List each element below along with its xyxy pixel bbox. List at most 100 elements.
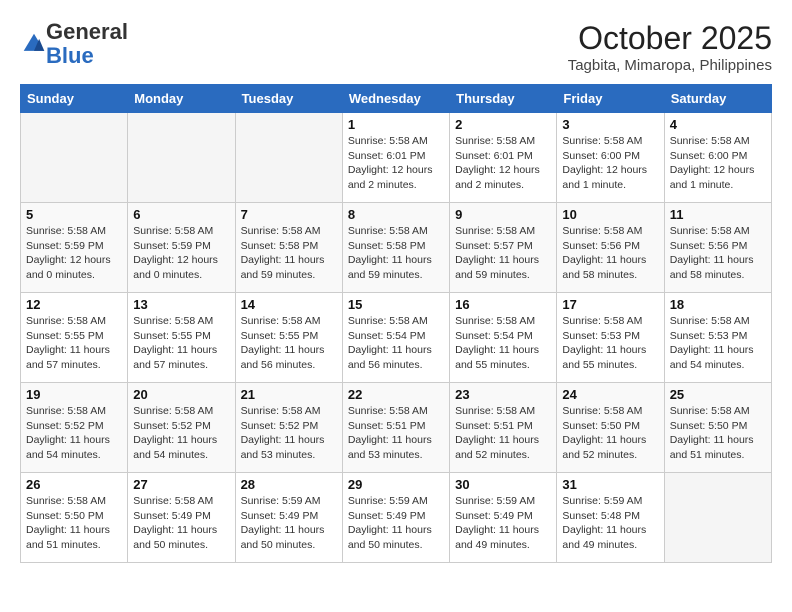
location-subtitle: Tagbita, Mimaropa, Philippines: [568, 57, 772, 74]
day-number: 29: [348, 477, 444, 492]
day-number: 14: [241, 297, 337, 312]
day-number: 11: [670, 207, 766, 222]
day-number: 27: [133, 477, 229, 492]
weekday-header-wednesday: Wednesday: [342, 85, 449, 113]
weekday-header-friday: Friday: [557, 85, 664, 113]
day-number: 23: [455, 387, 551, 402]
day-number: 15: [348, 297, 444, 312]
week-row-1: 1 Sunrise: 5:58 AM Sunset: 6:01 PM Daylig…: [21, 113, 772, 203]
calendar-cell: 20 Sunrise: 5:58 AM Sunset: 5:52 PM Dayli…: [128, 383, 235, 473]
cell-info: Sunrise: 5:58 AM Sunset: 5:53 PM Dayligh…: [562, 314, 658, 373]
day-number: 6: [133, 207, 229, 222]
week-row-4: 19 Sunrise: 5:58 AM Sunset: 5:52 PM Dayli…: [21, 383, 772, 473]
calendar-cell: [235, 113, 342, 203]
calendar-cell: 18Sunrise: 5:58 AM Sunset: 5:53 PM Dayli…: [664, 293, 771, 383]
cell-info: Sunrise: 5:58 AM Sunset: 5:58 PM Dayligh…: [348, 224, 444, 283]
week-row-3: 12 Sunrise: 5:58 AM Sunset: 5:55 PM Dayli…: [21, 293, 772, 383]
title-area: October 2025 Tagbita, Mimaropa, Philippi…: [568, 20, 772, 74]
calendar-cell: 23 Sunrise: 5:58 AM Sunset: 5:51 PM Dayli…: [450, 383, 557, 473]
cell-info: Sunrise: 5:58 AM Sunset: 5:52 PM Dayligh…: [241, 404, 337, 463]
calendar-cell: 22Sunrise: 5:58 AM Sunset: 5:51 PM Dayli…: [342, 383, 449, 473]
page-header: General Blue October 2025 Tagbita, Mimar…: [20, 20, 772, 74]
calendar-cell: 9 Sunrise: 5:58 AM Sunset: 5:57 PM Daylig…: [450, 203, 557, 293]
calendar-cell: 24Sunrise: 5:58 AM Sunset: 5:50 PM Dayli…: [557, 383, 664, 473]
calendar-cell: [21, 113, 128, 203]
weekday-header-sunday: Sunday: [21, 85, 128, 113]
day-number: 25: [670, 387, 766, 402]
day-number: 1: [348, 117, 444, 132]
day-number: 5: [26, 207, 122, 222]
calendar-cell: 11 Sunrise: 5:58 AM Sunset: 5:56 PM Dayli…: [664, 203, 771, 293]
month-title: October 2025: [568, 20, 772, 57]
cell-info: Sunrise: 5:58 AM Sunset: 5:50 PM Dayligh…: [562, 404, 658, 463]
calendar-cell: 13Sunrise: 5:58 AM Sunset: 5:55 PM Dayli…: [128, 293, 235, 383]
cell-info: Sunrise: 5:58 AM Sunset: 5:59 PM Dayligh…: [26, 224, 122, 283]
cell-info: Sunrise: 5:58 AM Sunset: 5:49 PM Dayligh…: [133, 494, 229, 553]
calendar-cell: 17 Sunrise: 5:58 AM Sunset: 5:53 PM Dayli…: [557, 293, 664, 383]
calendar-cell: 1Sunrise: 5:58 AM Sunset: 6:01 PM Daylig…: [342, 113, 449, 203]
week-row-2: 5 Sunrise: 5:58 AM Sunset: 5:59 PM Daylig…: [21, 203, 772, 293]
logo: General Blue: [20, 20, 128, 68]
cell-info: Sunrise: 5:59 AM Sunset: 5:49 PM Dayligh…: [348, 494, 444, 553]
day-number: 12: [26, 297, 122, 312]
day-number: 3: [562, 117, 658, 132]
calendar-cell: 5 Sunrise: 5:58 AM Sunset: 5:59 PM Daylig…: [21, 203, 128, 293]
calendar-cell: 3 Sunrise: 5:58 AM Sunset: 6:00 PM Daylig…: [557, 113, 664, 203]
day-number: 17: [562, 297, 658, 312]
day-number: 2: [455, 117, 551, 132]
cell-info: Sunrise: 5:58 AM Sunset: 5:52 PM Dayligh…: [26, 404, 122, 463]
calendar-cell: 15 Sunrise: 5:58 AM Sunset: 5:54 PM Dayli…: [342, 293, 449, 383]
cell-info: Sunrise: 5:58 AM Sunset: 6:00 PM Dayligh…: [562, 134, 658, 193]
weekday-header-monday: Monday: [128, 85, 235, 113]
cell-info: Sunrise: 5:58 AM Sunset: 5:55 PM Dayligh…: [26, 314, 122, 373]
calendar-cell: 6 Sunrise: 5:58 AM Sunset: 5:59 PM Daylig…: [128, 203, 235, 293]
day-number: 19: [26, 387, 122, 402]
cell-info: Sunrise: 5:58 AM Sunset: 5:57 PM Dayligh…: [455, 224, 551, 283]
cell-info: Sunrise: 5:59 AM Sunset: 5:49 PM Dayligh…: [241, 494, 337, 553]
cell-info: Sunrise: 5:58 AM Sunset: 6:00 PM Dayligh…: [670, 134, 766, 193]
cell-info: Sunrise: 5:58 AM Sunset: 5:52 PM Dayligh…: [133, 404, 229, 463]
cell-info: Sunrise: 5:59 AM Sunset: 5:48 PM Dayligh…: [562, 494, 658, 553]
cell-info: Sunrise: 5:58 AM Sunset: 5:54 PM Dayligh…: [348, 314, 444, 373]
calendar-cell: [128, 113, 235, 203]
calendar-cell: 21 Sunrise: 5:58 AM Sunset: 5:52 PM Dayli…: [235, 383, 342, 473]
calendar-cell: 2 Sunrise: 5:58 AM Sunset: 6:01 PM Daylig…: [450, 113, 557, 203]
cell-info: Sunrise: 5:58 AM Sunset: 5:59 PM Dayligh…: [133, 224, 229, 283]
cell-info: Sunrise: 5:58 AM Sunset: 5:50 PM Dayligh…: [670, 404, 766, 463]
calendar-cell: 27 Sunrise: 5:58 AM Sunset: 5:49 PM Dayli…: [128, 473, 235, 563]
calendar-cell: 4Sunrise: 5:58 AM Sunset: 6:00 PM Daylig…: [664, 113, 771, 203]
calendar-cell: 31 Sunrise: 5:59 AM Sunset: 5:48 PM Dayli…: [557, 473, 664, 563]
calendar-cell: 19 Sunrise: 5:58 AM Sunset: 5:52 PM Dayli…: [21, 383, 128, 473]
cell-info: Sunrise: 5:59 AM Sunset: 5:49 PM Dayligh…: [455, 494, 551, 553]
cell-info: Sunrise: 5:58 AM Sunset: 5:53 PM Dayligh…: [670, 314, 766, 373]
calendar-cell: 30Sunrise: 5:59 AM Sunset: 5:49 PM Dayli…: [450, 473, 557, 563]
logo-icon: [22, 32, 46, 56]
calendar-cell: 28 Sunrise: 5:59 AM Sunset: 5:49 PM Dayli…: [235, 473, 342, 563]
calendar-cell: 16 Sunrise: 5:58 AM Sunset: 5:54 PM Dayli…: [450, 293, 557, 383]
day-number: 13: [133, 297, 229, 312]
day-number: 7: [241, 207, 337, 222]
cell-info: Sunrise: 5:58 AM Sunset: 5:54 PM Dayligh…: [455, 314, 551, 373]
day-number: 9: [455, 207, 551, 222]
cell-info: Sunrise: 5:58 AM Sunset: 5:56 PM Dayligh…: [562, 224, 658, 283]
calendar-cell: 25 Sunrise: 5:58 AM Sunset: 5:50 PM Dayli…: [664, 383, 771, 473]
calendar-cell: [664, 473, 771, 563]
cell-info: Sunrise: 5:58 AM Sunset: 5:58 PM Dayligh…: [241, 224, 337, 283]
day-number: 16: [455, 297, 551, 312]
logo-blue: Blue: [46, 43, 94, 68]
calendar-cell: 12 Sunrise: 5:58 AM Sunset: 5:55 PM Dayli…: [21, 293, 128, 383]
cell-info: Sunrise: 5:58 AM Sunset: 5:56 PM Dayligh…: [670, 224, 766, 283]
week-row-5: 26 Sunrise: 5:58 AM Sunset: 5:50 PM Dayli…: [21, 473, 772, 563]
cell-info: Sunrise: 5:58 AM Sunset: 5:51 PM Dayligh…: [455, 404, 551, 463]
cell-info: Sunrise: 5:58 AM Sunset: 5:50 PM Dayligh…: [26, 494, 122, 553]
calendar-cell: 26 Sunrise: 5:58 AM Sunset: 5:50 PM Dayli…: [21, 473, 128, 563]
day-number: 28: [241, 477, 337, 492]
day-number: 21: [241, 387, 337, 402]
cell-info: Sunrise: 5:58 AM Sunset: 6:01 PM Dayligh…: [455, 134, 551, 193]
day-number: 20: [133, 387, 229, 402]
weekday-header-saturday: Saturday: [664, 85, 771, 113]
day-number: 31: [562, 477, 658, 492]
calendar-cell: 10Sunrise: 5:58 AM Sunset: 5:56 PM Dayli…: [557, 203, 664, 293]
logo-general: General: [46, 19, 128, 44]
day-number: 26: [26, 477, 122, 492]
